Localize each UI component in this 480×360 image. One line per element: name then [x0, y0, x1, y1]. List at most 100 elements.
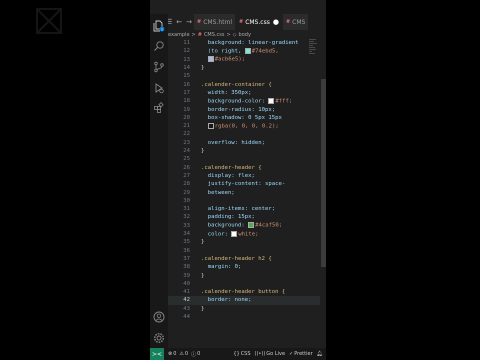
css-file-icon: #: [197, 19, 202, 25]
color-swatch[interactable]: [268, 97, 275, 104]
code-text: rgba(0, 0, 0, 0.2);: [201, 122, 279, 129]
code-line: 16 .calender-container {: [168, 81, 320, 89]
breadcrumb: example > # CMS.css > ◇ body: [168, 30, 326, 39]
breadcrumb-separator: >: [191, 31, 196, 38]
code-text: (to right, #74ebd5,: [201, 48, 279, 55]
extensions-icon[interactable]: [153, 102, 165, 114]
code-line: 17 width: 350px;: [168, 89, 320, 97]
unsaved-dot-icon[interactable]: ●: [273, 18, 279, 26]
accounts-icon[interactable]: [153, 311, 165, 323]
breadcrumb-folder[interactable]: example: [168, 32, 190, 38]
code-text: #acb6e5);: [201, 56, 245, 63]
code-text: .calender-header {: [201, 164, 262, 171]
language-label: CSS: [240, 351, 251, 357]
line-number: 22: [183, 131, 190, 138]
color-swatch[interactable]: [207, 56, 214, 63]
code-text: background-color: #fff;: [201, 97, 293, 105]
warning-icon: ⚠: [179, 351, 184, 357]
code-line: 13 #acb6e5);: [168, 56, 320, 64]
notifications-icon[interactable]: 🔔︎: [317, 351, 323, 357]
line-number: 41: [183, 289, 190, 296]
back-arrow-icon[interactable]: ←: [176, 18, 182, 26]
go-live-button[interactable]: ((•)) Go Live: [255, 351, 286, 357]
code-line: 14}: [168, 64, 320, 72]
source-control-icon[interactable]: [153, 61, 165, 73]
line-number: 29: [183, 189, 190, 196]
symbol-icon: ◇: [232, 31, 237, 38]
color-swatch[interactable]: [207, 122, 214, 129]
code-line: 28 justify-content: space-: [168, 180, 320, 188]
code-text: display: flex;: [201, 172, 255, 179]
background-icon-ghost: [36, 8, 62, 34]
line-number: 33: [183, 222, 190, 229]
line-number: 11: [183, 40, 190, 47]
prettier-button[interactable]: ✓ Prettier: [289, 351, 313, 357]
tab-cms-html[interactable]: # CMS.html: [194, 14, 236, 30]
code-text: border: none;: [201, 297, 252, 304]
code-line: 12 (to right, #74ebd5,: [168, 47, 320, 55]
code-text: }: [201, 305, 205, 312]
minimap[interactable]: [309, 39, 319, 59]
breadcrumb-file[interactable]: CMS.css: [204, 32, 225, 38]
forward-arrow-icon[interactable]: →: [186, 18, 192, 26]
search-icon[interactable]: [153, 40, 165, 52]
code-text: between;: [201, 189, 235, 196]
tab-label: CMS.html: [203, 18, 232, 26]
explorer-badge: 1: [161, 27, 163, 31]
line-number: 38: [183, 264, 190, 271]
color-swatch[interactable]: [244, 48, 251, 55]
code-text: color: white;: [201, 230, 259, 238]
code-text: background: linear-gradient: [201, 40, 299, 47]
code-editor[interactable]: 11 background: linear-gradient 12 (to rig…: [168, 39, 320, 343]
code-line: 25: [168, 155, 320, 163]
tab-cms-css[interactable]: # CMS.css ●: [235, 14, 283, 30]
line-number: 40: [183, 280, 190, 287]
color-swatch[interactable]: [231, 230, 238, 237]
remote-icon[interactable]: ≻<: [150, 348, 164, 360]
line-number: 36: [183, 247, 190, 254]
code-text: box-shadow: 0 5px 15px: [201, 114, 282, 121]
code-line: 34 color: white;: [168, 230, 320, 238]
line-number: 32: [183, 214, 190, 221]
line-number: 17: [183, 89, 190, 96]
code-line: 33 background: #4caf50;: [168, 222, 320, 230]
line-number: 27: [183, 172, 190, 179]
explorer-icon[interactable]: 1: [153, 20, 165, 32]
code-line: 15: [168, 72, 320, 80]
code-line: 27 display: flex;: [168, 172, 320, 180]
line-number: 35: [183, 239, 190, 246]
info-icon: ⓘ: [191, 351, 197, 358]
line-number: 20: [183, 114, 190, 121]
line-number: 39: [183, 272, 190, 279]
info-count: 0: [197, 351, 201, 357]
prettier-label: Prettier: [294, 351, 313, 357]
color-swatch[interactable]: [248, 222, 255, 229]
code-line: 37 .calender-header h2 {: [168, 255, 320, 263]
problems-indicator[interactable]: ⊗ 0 ⚠ 0 ⓘ 0: [168, 351, 200, 358]
settings-gear-icon[interactable]: [153, 332, 165, 344]
code-line: 21 rgba(0, 0, 0, 0.2);: [168, 122, 320, 130]
code-text: }: [201, 65, 205, 72]
css-file-icon: #: [285, 19, 291, 25]
code-line: 41 .calender-header button {: [168, 288, 320, 296]
breadcrumb-symbol[interactable]: body: [239, 32, 251, 38]
line-number: 43: [183, 305, 190, 312]
vertical-scrollbar[interactable]: [321, 39, 326, 343]
tab-label: CMS.css: [245, 18, 270, 26]
line-number: 24: [183, 148, 190, 155]
error-icon: ⊗: [168, 351, 173, 357]
broadcast-icon: ((•)): [254, 351, 266, 357]
run-debug-icon[interactable]: [153, 82, 165, 94]
language-mode[interactable]: {} CSS: [233, 351, 250, 357]
line-number: 12: [183, 48, 190, 55]
code-text: }: [201, 239, 205, 246]
code-text: }: [201, 148, 205, 155]
code-line: 31 align-items: center;: [168, 205, 320, 213]
line-number: 14: [183, 65, 190, 72]
code-line: 36: [168, 247, 320, 255]
tab-cms[interactable]: # CMS: [282, 14, 310, 30]
activity-bar: 1: [150, 14, 168, 348]
line-number: 23: [183, 139, 190, 146]
code-text: .calender-container {: [201, 81, 272, 88]
scrollbar-thumb[interactable]: [321, 79, 326, 267]
